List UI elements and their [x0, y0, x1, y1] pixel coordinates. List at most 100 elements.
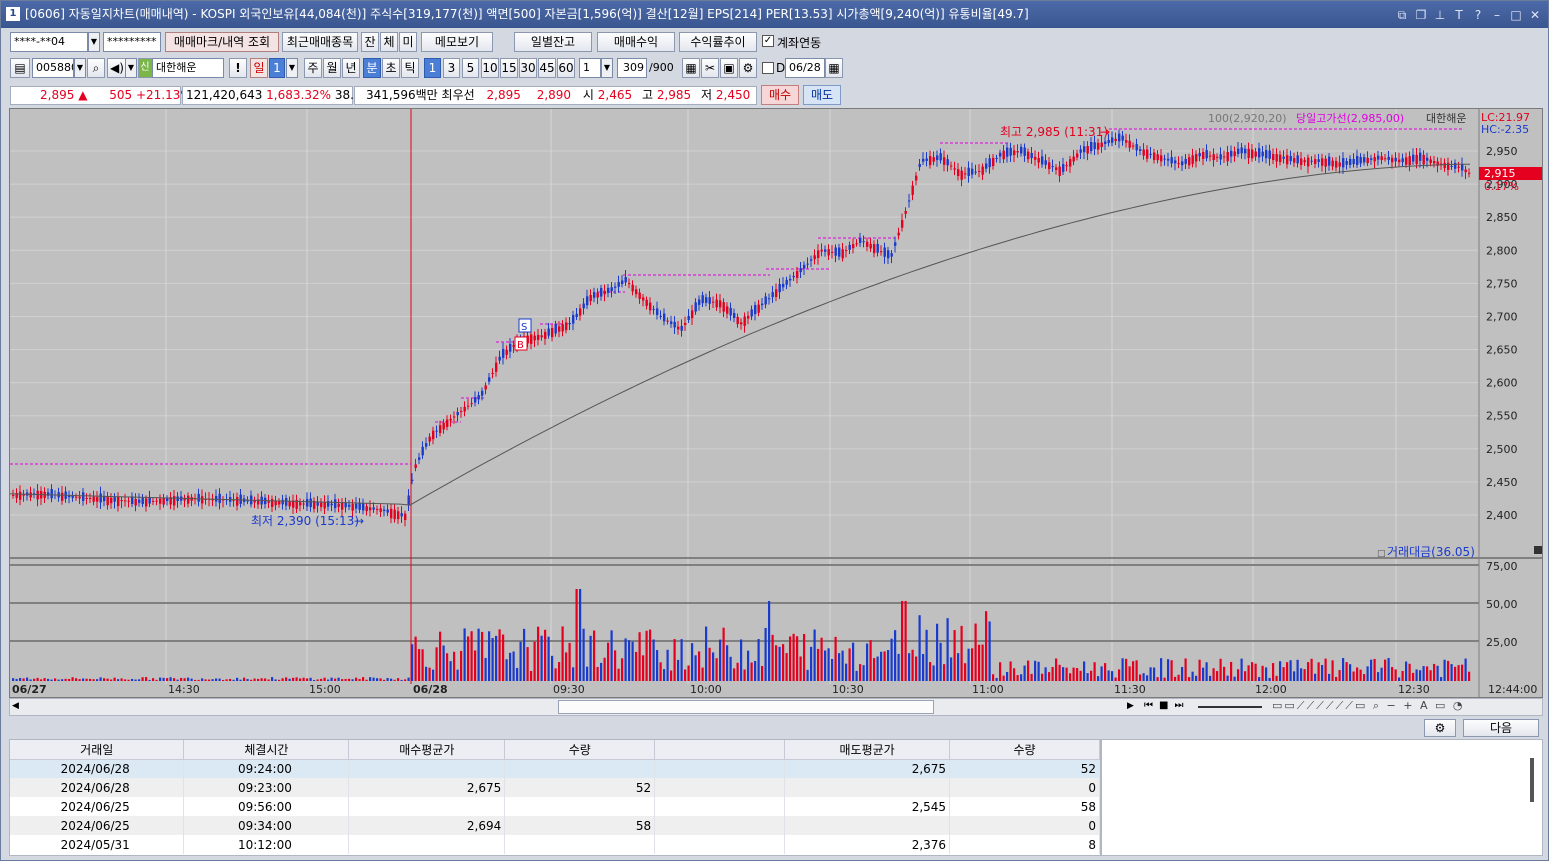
gear-icon[interactable]: ⚙ — [739, 58, 757, 78]
col-trade-date[interactable]: 거래일 — [10, 740, 185, 760]
pin-icon[interactable]: ⊥ — [1433, 8, 1447, 22]
minute-30-button[interactable]: 30 — [519, 58, 537, 78]
balance-button[interactable]: 잔 — [361, 32, 379, 52]
table-row[interactable]: 2024/06/25 09:56:00 2,545 58 — [10, 797, 1100, 816]
stock-name-field[interactable]: 대한해운 — [152, 58, 224, 78]
recent-trades-button[interactable]: 최근매매종목 — [282, 32, 358, 52]
account-dropdown-icon[interactable]: ▼ — [88, 32, 100, 52]
search-icon[interactable]: ⌕ — [87, 58, 105, 78]
count-input[interactable]: 309 — [617, 58, 647, 78]
volume-bar — [1149, 667, 1152, 681]
stock-chart[interactable]: 2,950 2,900 2,850 2,800 2,750 2,700 2,650 2,600… — [9, 108, 1543, 698]
settings-gear-icon[interactable]: ⚙ — [1424, 719, 1456, 737]
period-day-count[interactable]: 1 — [269, 58, 285, 78]
minimize-icon[interactable]: – — [1490, 8, 1504, 22]
close-panel-icon[interactable] — [1534, 546, 1542, 554]
scroll-left-icon[interactable]: ◀ — [12, 701, 19, 711]
next-button[interactable]: 다음 — [1463, 719, 1539, 737]
table-row[interactable]: 2024/06/28 09:24:00 2,675 52 — [10, 759, 1100, 778]
code-dropdown-icon[interactable]: ▼ — [74, 58, 86, 78]
volume-bar — [1324, 658, 1327, 681]
maximize-icon[interactable]: □ — [1509, 8, 1523, 22]
window-number-icon[interactable]: 1 — [6, 7, 20, 21]
volume-bar — [229, 678, 232, 681]
minute-60-button[interactable]: 60 — [557, 58, 575, 78]
date-checkbox[interactable] — [762, 62, 774, 74]
chart-svg[interactable]: 2,9502,9002,8502,8002,7502,7002,6502,600… — [10, 109, 1542, 697]
scroll-right-icon[interactable]: ▶ — [1127, 701, 1134, 711]
unfilled-button[interactable]: 미 — [399, 32, 417, 52]
speaker-dropdown-icon[interactable]: ▼ — [125, 58, 137, 78]
period-year-button[interactable]: 년 — [342, 58, 360, 78]
password-input[interactable]: ********* — [103, 32, 161, 52]
playback-controls[interactable]: ⏮■⏭ — [1144, 700, 1189, 711]
zoom-slider[interactable] — [1198, 706, 1262, 708]
profit-trend-button[interactable]: 수익률추이 — [679, 32, 757, 52]
close-icon[interactable]: ✕ — [1528, 8, 1542, 22]
account-link-checkbox[interactable]: ✓ — [762, 35, 774, 47]
volume-bar — [190, 678, 193, 681]
volume-bar — [1069, 673, 1072, 681]
day-count-dropdown-icon[interactable]: ▼ — [286, 58, 298, 78]
trade-mark-button[interactable]: 매매마크/내역 조회 — [165, 32, 279, 52]
date-input[interactable]: 06/28 — [785, 58, 825, 78]
candle — [134, 498, 137, 506]
trade-profit-button[interactable]: 매매수익 — [597, 32, 675, 52]
volume-bar — [320, 678, 323, 681]
candle — [187, 495, 190, 504]
save-icon[interactable]: ▣ — [720, 58, 738, 78]
minute-45-button[interactable]: 45 — [538, 58, 556, 78]
help-icon[interactable]: ? — [1471, 8, 1485, 22]
link-icon[interactable]: ⧉ — [1395, 8, 1409, 22]
minute-3-button[interactable]: 3 — [443, 58, 460, 78]
memo-button[interactable]: 메모보기 — [421, 32, 493, 52]
minute-5-button[interactable]: 5 — [462, 58, 479, 78]
drawing-tools-icon[interactable]: ▭▭⟋⟋⟋⟋⟋⟋▭ ⌕ − + A ▭ ◔ — [1272, 699, 1464, 713]
candle — [957, 169, 960, 176]
volume-bar — [1146, 675, 1149, 681]
period-tick-button[interactable]: 틱 — [401, 58, 419, 78]
sell-button[interactable]: 매도 — [803, 85, 841, 105]
executed-button[interactable]: 체 — [380, 32, 398, 52]
table-row[interactable]: 2024/05/31 10:12:00 2,376 8 — [10, 835, 1100, 854]
volume-bar — [1464, 658, 1467, 681]
buy-button[interactable]: 매수 — [761, 85, 799, 105]
table-row[interactable]: 2024/06/28 09:23:00 2,675 52 0 — [10, 778, 1100, 797]
period-week-button[interactable]: 주 — [304, 58, 322, 78]
table-row[interactable]: 2024/06/25 09:34:00 2,694 58 0 — [10, 816, 1100, 835]
scroll-thumb[interactable] — [558, 700, 934, 714]
col-buy-avg[interactable]: 매수평균가 — [348, 740, 506, 760]
minute-15-button[interactable]: 15 — [500, 58, 518, 78]
tool-icon[interactable]: ✂ — [701, 58, 719, 78]
chart-setting-icon[interactable]: ▦ — [682, 58, 700, 78]
period-second-button[interactable]: 초 — [382, 58, 400, 78]
period-minute-button[interactable]: 분 — [363, 58, 381, 78]
alert-button[interactable]: ! — [229, 58, 247, 78]
stock-code-input[interactable]: 005880 — [32, 58, 74, 78]
candle — [789, 278, 792, 281]
interval-dropdown-icon[interactable]: ▼ — [601, 58, 613, 78]
table-scrollbar[interactable] — [1530, 758, 1534, 802]
minute-1-button[interactable]: 1 — [424, 58, 441, 78]
volume-bar — [470, 631, 473, 681]
account-input[interactable]: ****-**04 — [10, 32, 88, 52]
copy-window-icon[interactable]: ❐ — [1414, 8, 1428, 22]
col-buy-qty[interactable]: 수량 — [504, 740, 656, 760]
minute-10-button[interactable]: 10 — [481, 58, 499, 78]
col-sell-avg[interactable]: 매도평균가 — [784, 740, 951, 760]
chart-scrollbar[interactable]: ◀ ▶ ⏮■⏭ ▭▭⟋⟋⟋⟋⟋⟋▭ ⌕ − + A ▭ ◔ — [9, 698, 1543, 716]
calendar-icon[interactable]: ▦ — [825, 58, 843, 78]
table-cell: 2024/05/31 — [10, 835, 185, 854]
interval-input[interactable]: 1 — [579, 58, 601, 78]
col-exec-time[interactable]: 체결시간 — [183, 740, 350, 760]
daily-balance-button[interactable]: 일별잔고 — [514, 32, 592, 52]
volume-bar — [239, 679, 242, 681]
col-sell-qty[interactable]: 수량 — [949, 740, 1100, 760]
volume-bar — [1317, 662, 1320, 681]
period-month-button[interactable]: 월 — [323, 58, 341, 78]
screen-icon[interactable]: ▤ — [10, 58, 30, 78]
speaker-icon[interactable]: ◀) — [107, 58, 127, 78]
font-icon[interactable]: T — [1452, 8, 1466, 22]
volume-bar — [131, 678, 134, 681]
period-day-button[interactable]: 일 — [250, 58, 268, 78]
